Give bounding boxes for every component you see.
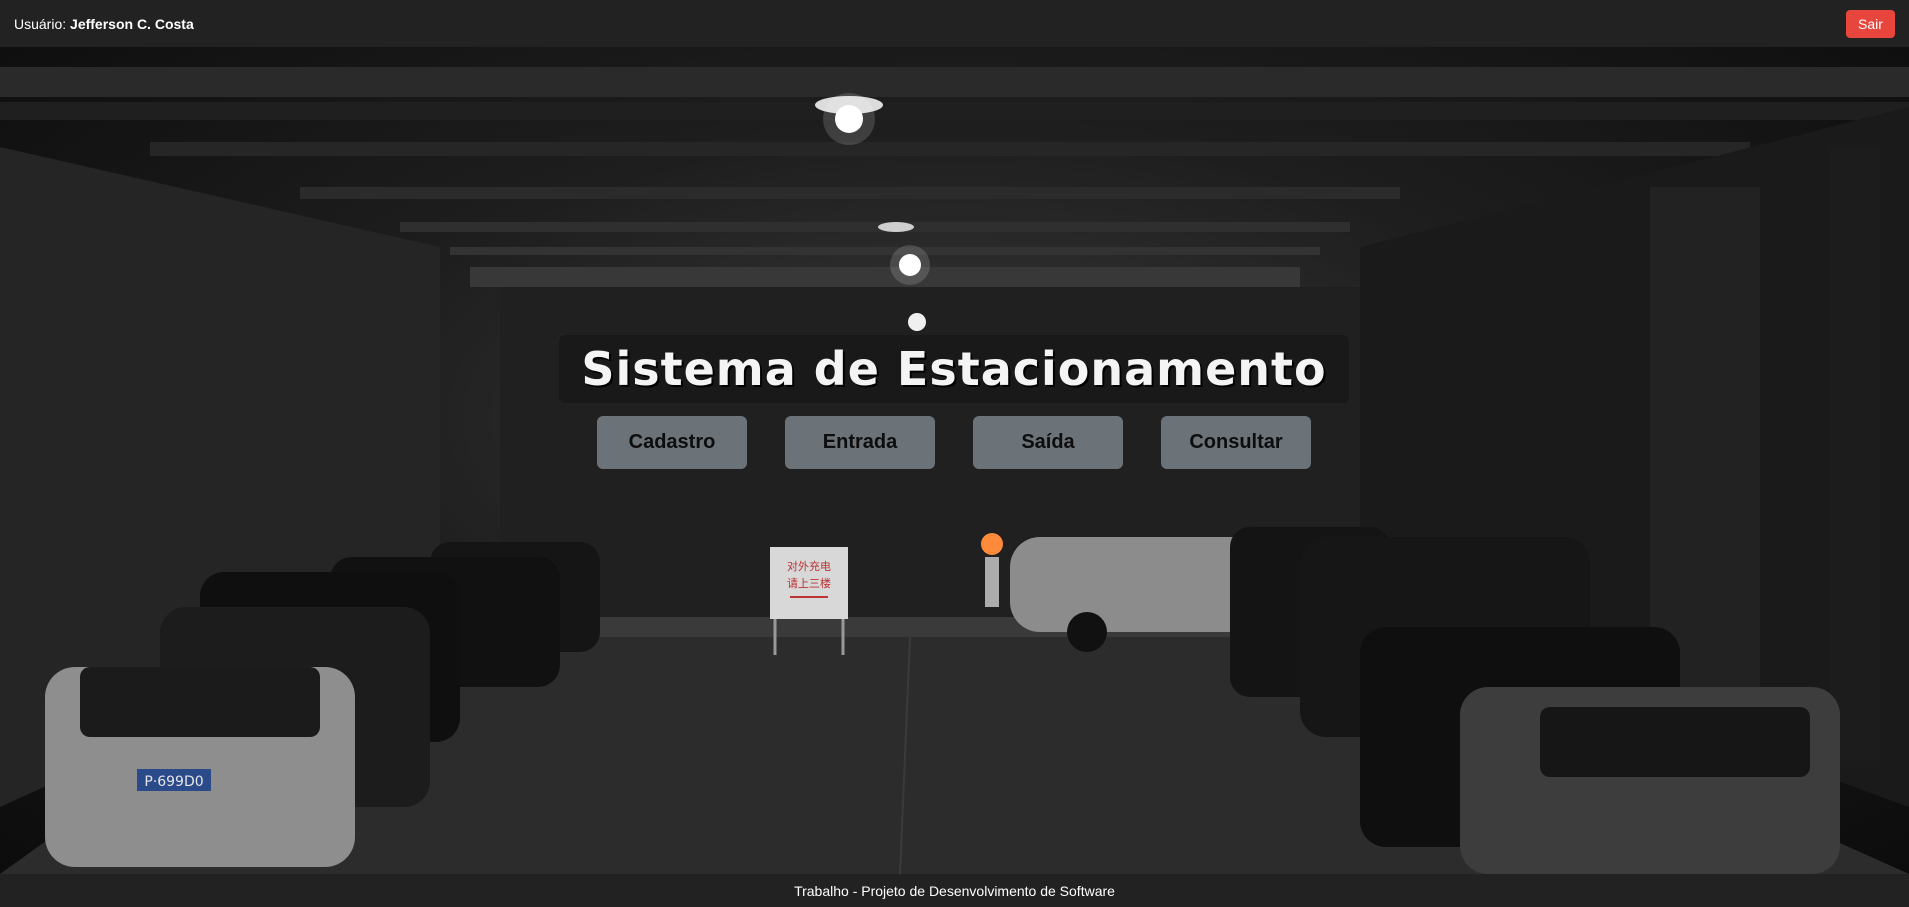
consultar-button[interactable]: Consultar [1161,416,1311,469]
sign-line-1: 对外充电 [787,559,831,573]
logout-button[interactable]: Sair [1846,9,1895,38]
hero-background: 对外充电 请上三楼 P·699D0 Sistema de Estacioname… [0,47,1909,874]
user-name: Jefferson C. Costa [70,15,194,32]
footer: Trabalho - Projeto de Desenvolvimento de… [0,874,1909,907]
entrada-button[interactable]: Entrada [785,416,935,469]
footer-text: Trabalho - Projeto de Desenvolvimento de… [794,882,1115,899]
cadastro-button[interactable]: Cadastro [597,416,747,469]
saida-button[interactable]: Saída [973,416,1123,469]
license-plate: P·699D0 [144,774,203,790]
user-info: Usuário: Jefferson C. Costa [14,16,194,32]
parking-garage-image: 对外充电 请上三楼 P·699D0 [0,67,1909,874]
page-title: Sistema de Estacionamento [581,342,1327,396]
top-bar: Usuário: Jefferson C. Costa Sair [0,0,1909,47]
sign-line-2: 请上三楼 [787,576,831,590]
title-container: Sistema de Estacionamento [559,335,1349,403]
user-label: Usuário: [14,15,67,32]
